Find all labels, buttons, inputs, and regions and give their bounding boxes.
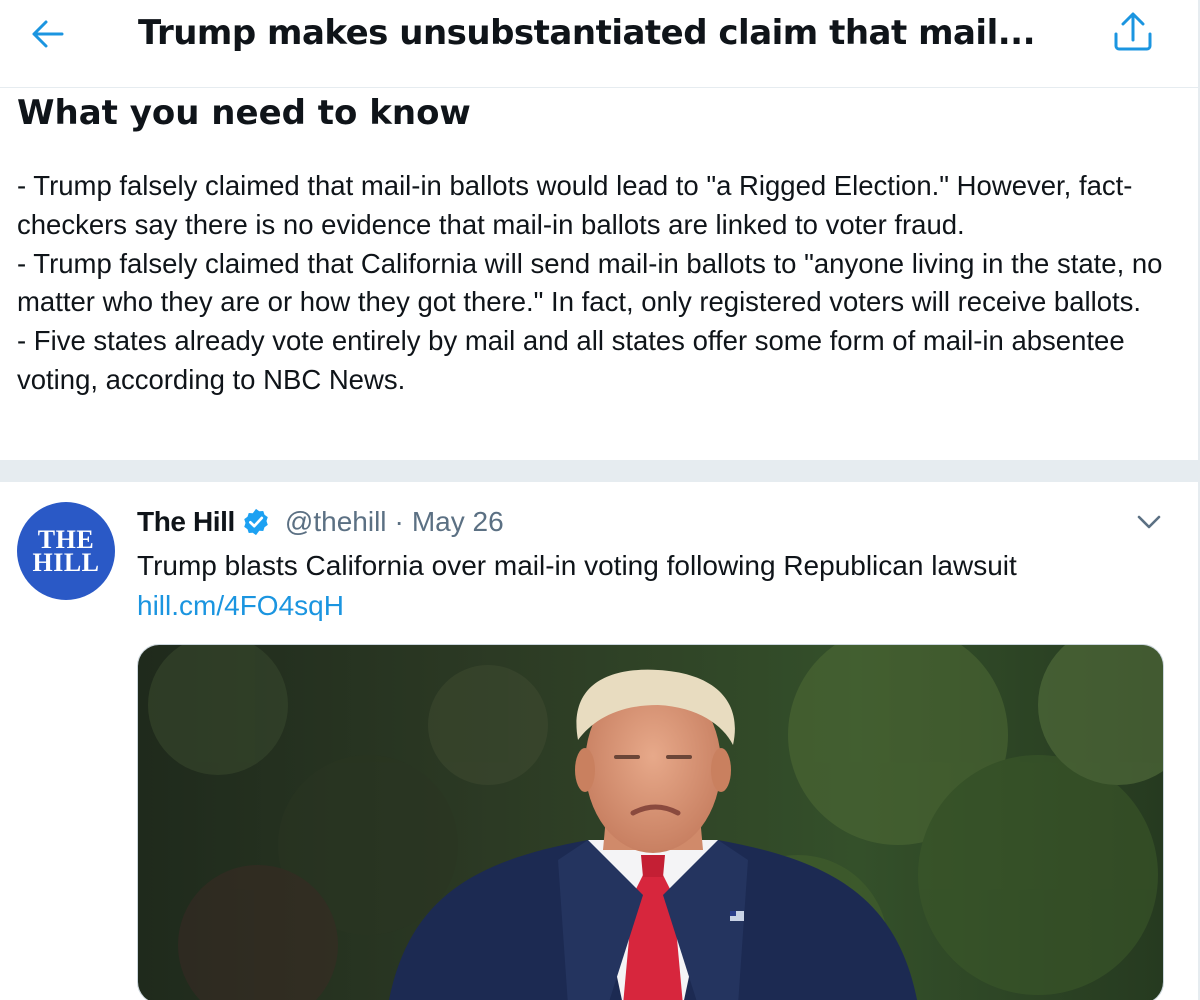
separator-dot: · bbox=[394, 506, 404, 537]
tweet-date[interactable]: May 26 bbox=[412, 506, 504, 538]
photo-of-man-in-suit bbox=[138, 645, 1163, 1000]
avatar[interactable]: THE HILL bbox=[17, 502, 115, 600]
author-name[interactable]: The Hill bbox=[137, 506, 235, 538]
author-handle[interactable]: @thehill bbox=[285, 506, 387, 538]
tweet-header: The Hill @thehill · May 26 bbox=[137, 504, 504, 540]
tweet-media-image[interactable] bbox=[137, 644, 1164, 1000]
share-icon bbox=[1114, 12, 1152, 51]
embedded-tweet[interactable]: THE HILL The Hill @thehill · May 26 Trum… bbox=[0, 482, 1198, 1000]
section-heading: What you need to know bbox=[17, 93, 471, 133]
verified-badge-icon bbox=[244, 508, 268, 536]
top-bar: Trump makes unsubstantiated claim that m… bbox=[0, 0, 1198, 88]
section-divider bbox=[0, 460, 1198, 482]
tweet-link[interactable]: hill.cm/4FO4sqH bbox=[137, 586, 344, 626]
tweet-text: Trump blasts California over mail-in vot… bbox=[137, 550, 1017, 581]
share-button[interactable] bbox=[1110, 10, 1156, 54]
avatar-text-line: HILL bbox=[32, 548, 100, 577]
app-frame: Trump makes unsubstantiated claim that m… bbox=[0, 0, 1200, 1000]
page-title: Trump makes unsubstantiated claim that m… bbox=[138, 13, 1036, 53]
arrow-left-icon bbox=[32, 20, 64, 48]
tweet-menu-button[interactable] bbox=[1134, 508, 1164, 536]
summary-bullet: - Trump falsely claimed that California … bbox=[17, 247, 1163, 318]
summary-bullet: - Trump falsely claimed that mail-in bal… bbox=[17, 170, 1133, 240]
summary-bullet: - Five states already vote entirely by m… bbox=[17, 325, 1125, 395]
summary-body: - Trump falsely claimed that mail-in bal… bbox=[17, 167, 1177, 400]
summary-section: What you need to know - Trump falsely cl… bbox=[0, 88, 1198, 460]
chevron-down-icon bbox=[1137, 515, 1161, 529]
back-button[interactable] bbox=[28, 14, 72, 54]
